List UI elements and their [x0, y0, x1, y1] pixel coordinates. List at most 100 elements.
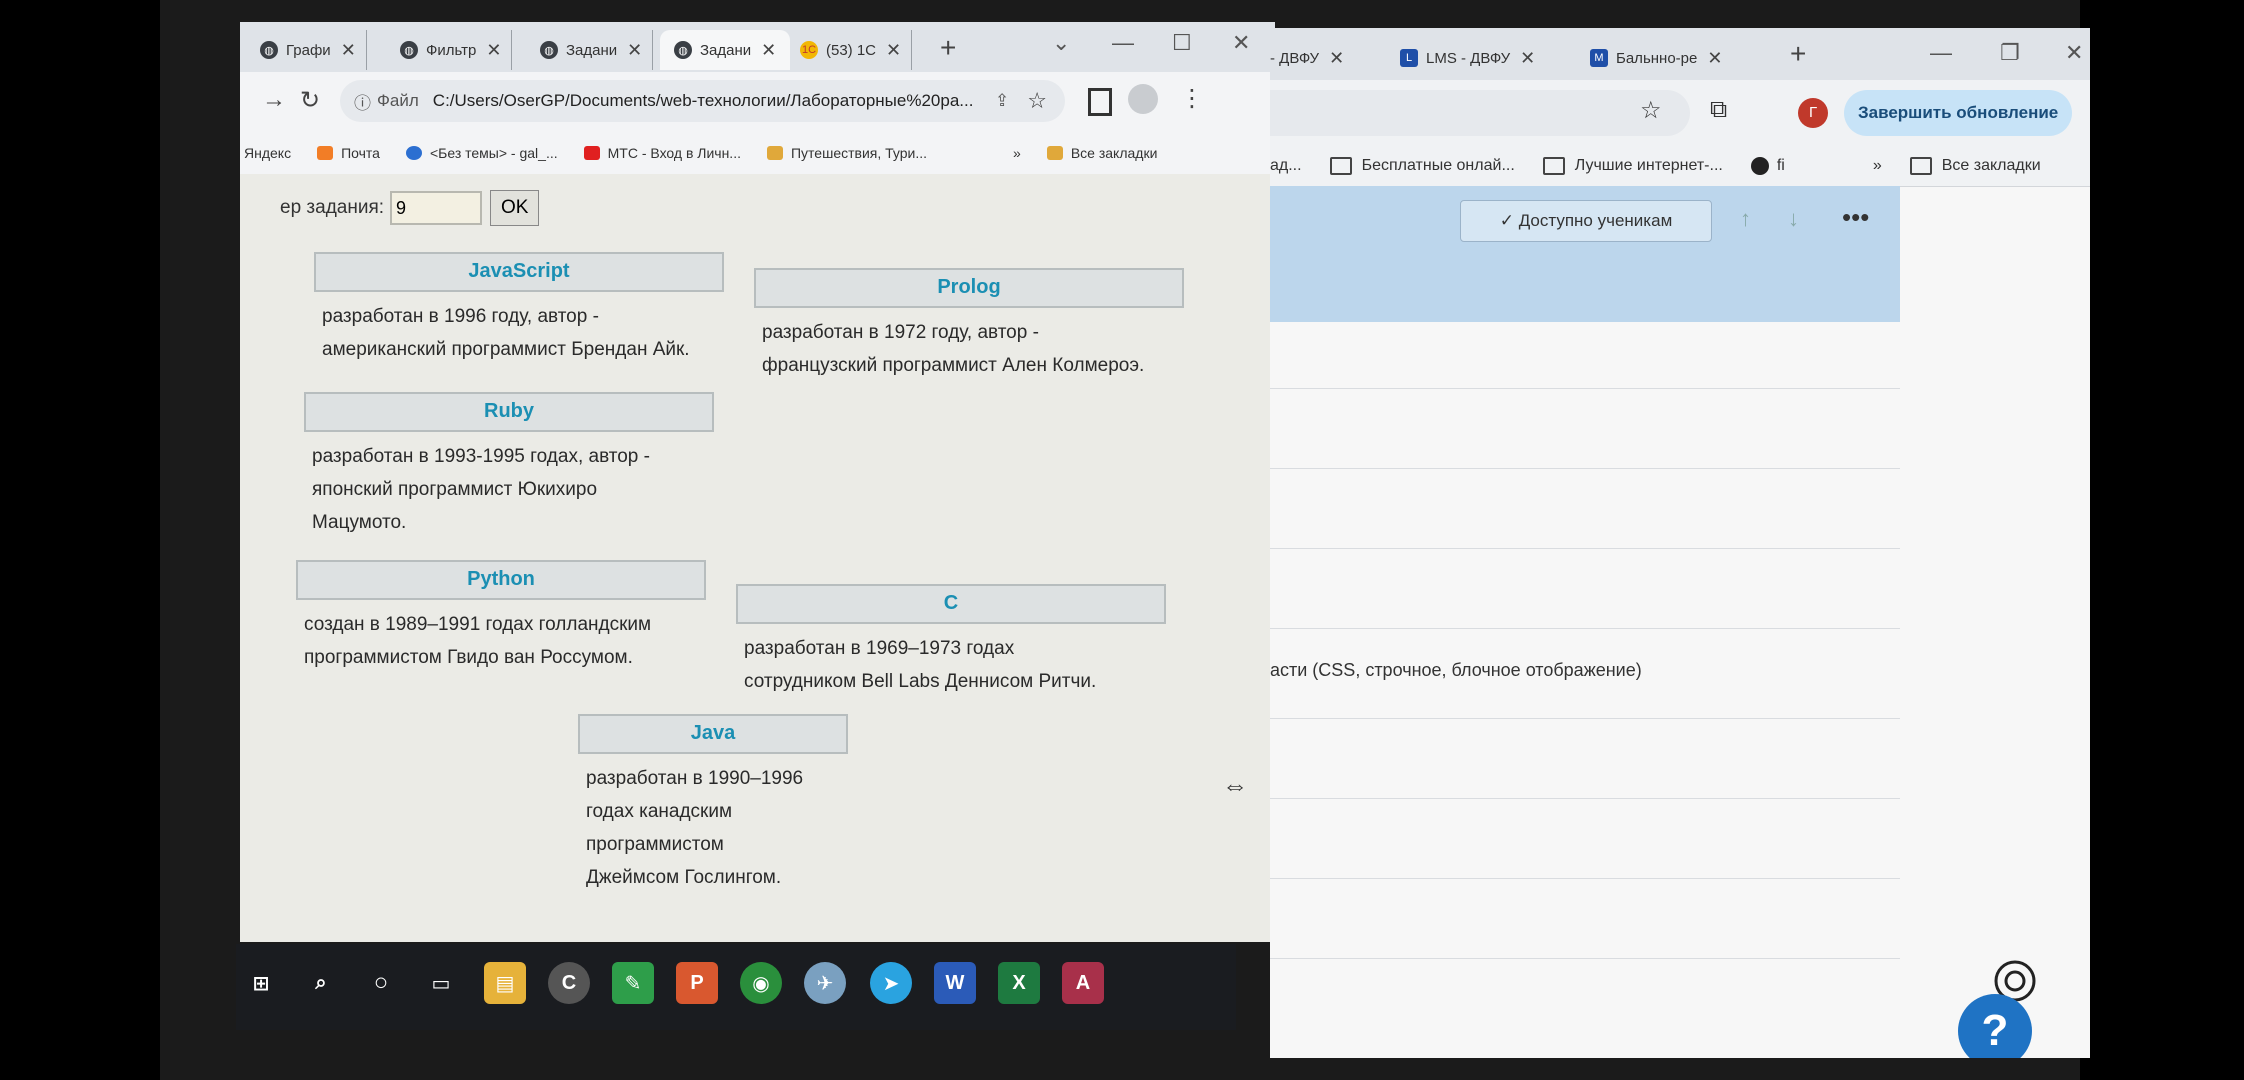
card-text-line: разработан в 1969–1973 годах: [744, 638, 1015, 659]
bookmark-yandex[interactable]: Яндекс: [244, 145, 291, 161]
star-icon[interactable]: ☆: [1027, 88, 1047, 114]
globe-icon: ◍: [400, 41, 418, 59]
bookmark-ad[interactable]: ад...: [1270, 157, 1302, 175]
tab-ball[interactable]: M Бальнно-ре ✕: [1590, 38, 1722, 78]
extensions-icon[interactable]: ⧉: [1710, 96, 1727, 124]
close-icon[interactable]: ✕: [486, 40, 501, 61]
lms-icon: L: [1400, 49, 1418, 67]
restore-icon[interactable]: ❐: [2000, 40, 2020, 66]
browser-toolbar: → ↻ ⓘ Файл C:/Users/OserGP/Documents/web…: [240, 72, 1275, 132]
ok-button[interactable]: OK: [490, 190, 540, 226]
close-window-icon[interactable]: ✕: [1232, 30, 1250, 56]
tab-5[interactable]: 1С (53) 1С ✕: [800, 30, 913, 70]
minimize-icon[interactable]: —: [1112, 30, 1134, 56]
file-explorer-icon[interactable]: ▤: [484, 962, 526, 1004]
help-button[interactable]: ?: [1958, 994, 2032, 1058]
star-icon[interactable]: ☆: [1640, 96, 1662, 125]
bookmarks-overflow[interactable]: »: [1013, 145, 1021, 161]
tab-1[interactable]: ◍ Графи ✕: [260, 30, 367, 70]
c-app-icon[interactable]: C: [548, 962, 590, 1004]
task-number-input[interactable]: [390, 191, 483, 225]
new-tab-plus-icon[interactable]: +: [1790, 38, 1806, 70]
notes-icon[interactable]: ✎: [612, 962, 654, 1004]
divider: [1270, 958, 1900, 959]
forward-icon[interactable]: →: [262, 86, 286, 114]
bookmark-all[interactable]: Все закладки: [1909, 157, 2041, 175]
close-window-icon[interactable]: ✕: [2065, 40, 2083, 66]
address-bar[interactable]: ⓘ Файл C:/Users/OserGP/Documents/web-тех…: [340, 80, 1065, 122]
new-tab-plus-icon[interactable]: +: [940, 32, 956, 64]
card-text-line: программистом Гвидо ван Россумом.: [304, 647, 633, 668]
bookmark-icon: [766, 146, 783, 160]
bookmark-mts[interactable]: МТС - Вход в Личн...: [583, 145, 741, 161]
telegram-icon[interactable]: ➤: [870, 962, 912, 1004]
search-icon[interactable]: ⌕: [300, 962, 342, 1004]
maximize-icon[interactable]: ☐: [1172, 30, 1192, 56]
bookmark-free-online[interactable]: Бесплатные онлай...: [1329, 157, 1515, 175]
address-bar-right[interactable]: [1270, 90, 1690, 136]
sidepanel-icon[interactable]: [1088, 88, 1112, 116]
bookmark-all[interactable]: Все закладки: [1046, 145, 1157, 161]
tab-strip-right: - ДВФУ ✕ L LMS - ДВФУ ✕ M Бальнно-ре ✕ + — …: [1270, 28, 2090, 80]
word-icon[interactable]: W: [934, 962, 976, 1004]
reload-icon[interactable]: ↻: [300, 86, 320, 115]
bookmarks-overflow[interactable]: »: [1873, 157, 1882, 175]
mail-icon: [317, 146, 334, 160]
bookmark-site-icon: [1750, 157, 1769, 175]
globe-icon: ◍: [674, 41, 692, 59]
card-text-line: разработан в 1972 году, автор -: [762, 322, 1039, 343]
cortana-icon[interactable]: ○: [360, 962, 402, 1004]
close-icon[interactable]: ✕: [627, 40, 642, 61]
close-icon[interactable]: ✕: [1520, 48, 1535, 69]
resize-cursor-icon[interactable]: ⇔: [1222, 770, 1248, 801]
m-icon: M: [1590, 49, 1608, 67]
more-icon[interactable]: •••: [1842, 202, 1869, 233]
minimize-icon[interactable]: —: [1930, 40, 1952, 66]
arrow-down-icon[interactable]: ↓: [1788, 206, 1799, 232]
menu-kebab-icon[interactable]: ⋮: [1180, 84, 1204, 113]
tab-dvfu[interactable]: - ДВФУ ✕: [1270, 38, 1344, 78]
bookmark-travel[interactable]: Путешествия, Тури...: [766, 145, 927, 161]
course-item-text[interactable]: асти (CSS, строчное, блочное отображение…: [1270, 660, 1642, 681]
chrome-icon[interactable]: ◉: [740, 962, 782, 1004]
browser-window-right: - ДВФУ ✕ L LMS - ДВФУ ✕ M Бальнно-ре ✕ + — …: [1270, 28, 2090, 1058]
access-icon[interactable]: A: [1062, 962, 1104, 1004]
tab-search-chevron-icon[interactable]: ⌄: [1052, 30, 1070, 56]
card-text-line: французский программист Ален Колмероэ.: [762, 355, 1145, 376]
close-icon[interactable]: ✕: [1707, 48, 1722, 69]
excel-icon[interactable]: X: [998, 962, 1040, 1004]
powerpoint-icon[interactable]: P: [676, 962, 718, 1004]
close-icon[interactable]: ✕: [341, 40, 356, 61]
share-icon[interactable]: ⇪: [995, 91, 1009, 111]
close-icon[interactable]: ✕: [761, 40, 776, 61]
card-text-line: годах канадским: [586, 801, 733, 822]
close-icon[interactable]: ✕: [1329, 48, 1344, 69]
finish-update-button[interactable]: Завершить обновление: [1844, 90, 2073, 136]
available-to-students-button[interactable]: ✓ Доступно ученикам: [1460, 200, 1712, 242]
bookmark-mail[interactable]: Почта: [317, 145, 380, 161]
task-number-label: ер задания:: [280, 197, 385, 218]
bookmark-gal[interactable]: <Без темы> - gal_...: [405, 145, 558, 161]
task-view-icon[interactable]: ▭: [420, 962, 462, 1004]
card-title: C: [736, 584, 1166, 624]
avatar[interactable]: Г: [1798, 98, 1828, 128]
tab-4-active[interactable]: ◍ Задани ✕: [660, 30, 791, 70]
bird-app-icon[interactable]: ✈: [804, 962, 846, 1004]
tab-3[interactable]: ◍ Задани ✕: [540, 30, 654, 70]
bookmark-best-internet[interactable]: Лучшие интернет-...: [1542, 157, 1723, 175]
arrow-up-icon[interactable]: ↑: [1740, 206, 1751, 232]
card-title: JavaScript: [314, 252, 724, 292]
bookmark-fi[interactable]: fi: [1750, 157, 1785, 175]
tab-lms[interactable]: L LMS - ДВФУ ✕: [1400, 38, 1535, 78]
close-icon[interactable]: ✕: [886, 40, 901, 61]
card-prolog: Prolog разработан в 1972 году, автор - ф…: [754, 268, 1184, 382]
card-java: Java разработан в 1990–1996 годах канадс…: [578, 714, 848, 894]
card-text-line: японский программист Юкихиро: [312, 479, 598, 500]
profile-icon[interactable]: [1128, 84, 1158, 114]
task-form: ер задания: OK: [280, 190, 540, 226]
card-text-line: сотрудником Bell Labs Деннисом Ритчи.: [744, 671, 1097, 692]
card-python: Python создан в 1989–1991 годах голландс…: [296, 560, 706, 674]
windows-start-icon[interactable]: ⊞: [240, 962, 282, 1004]
divider: [1270, 718, 1900, 719]
tab-2[interactable]: ◍ Фильтр ✕: [400, 30, 513, 70]
